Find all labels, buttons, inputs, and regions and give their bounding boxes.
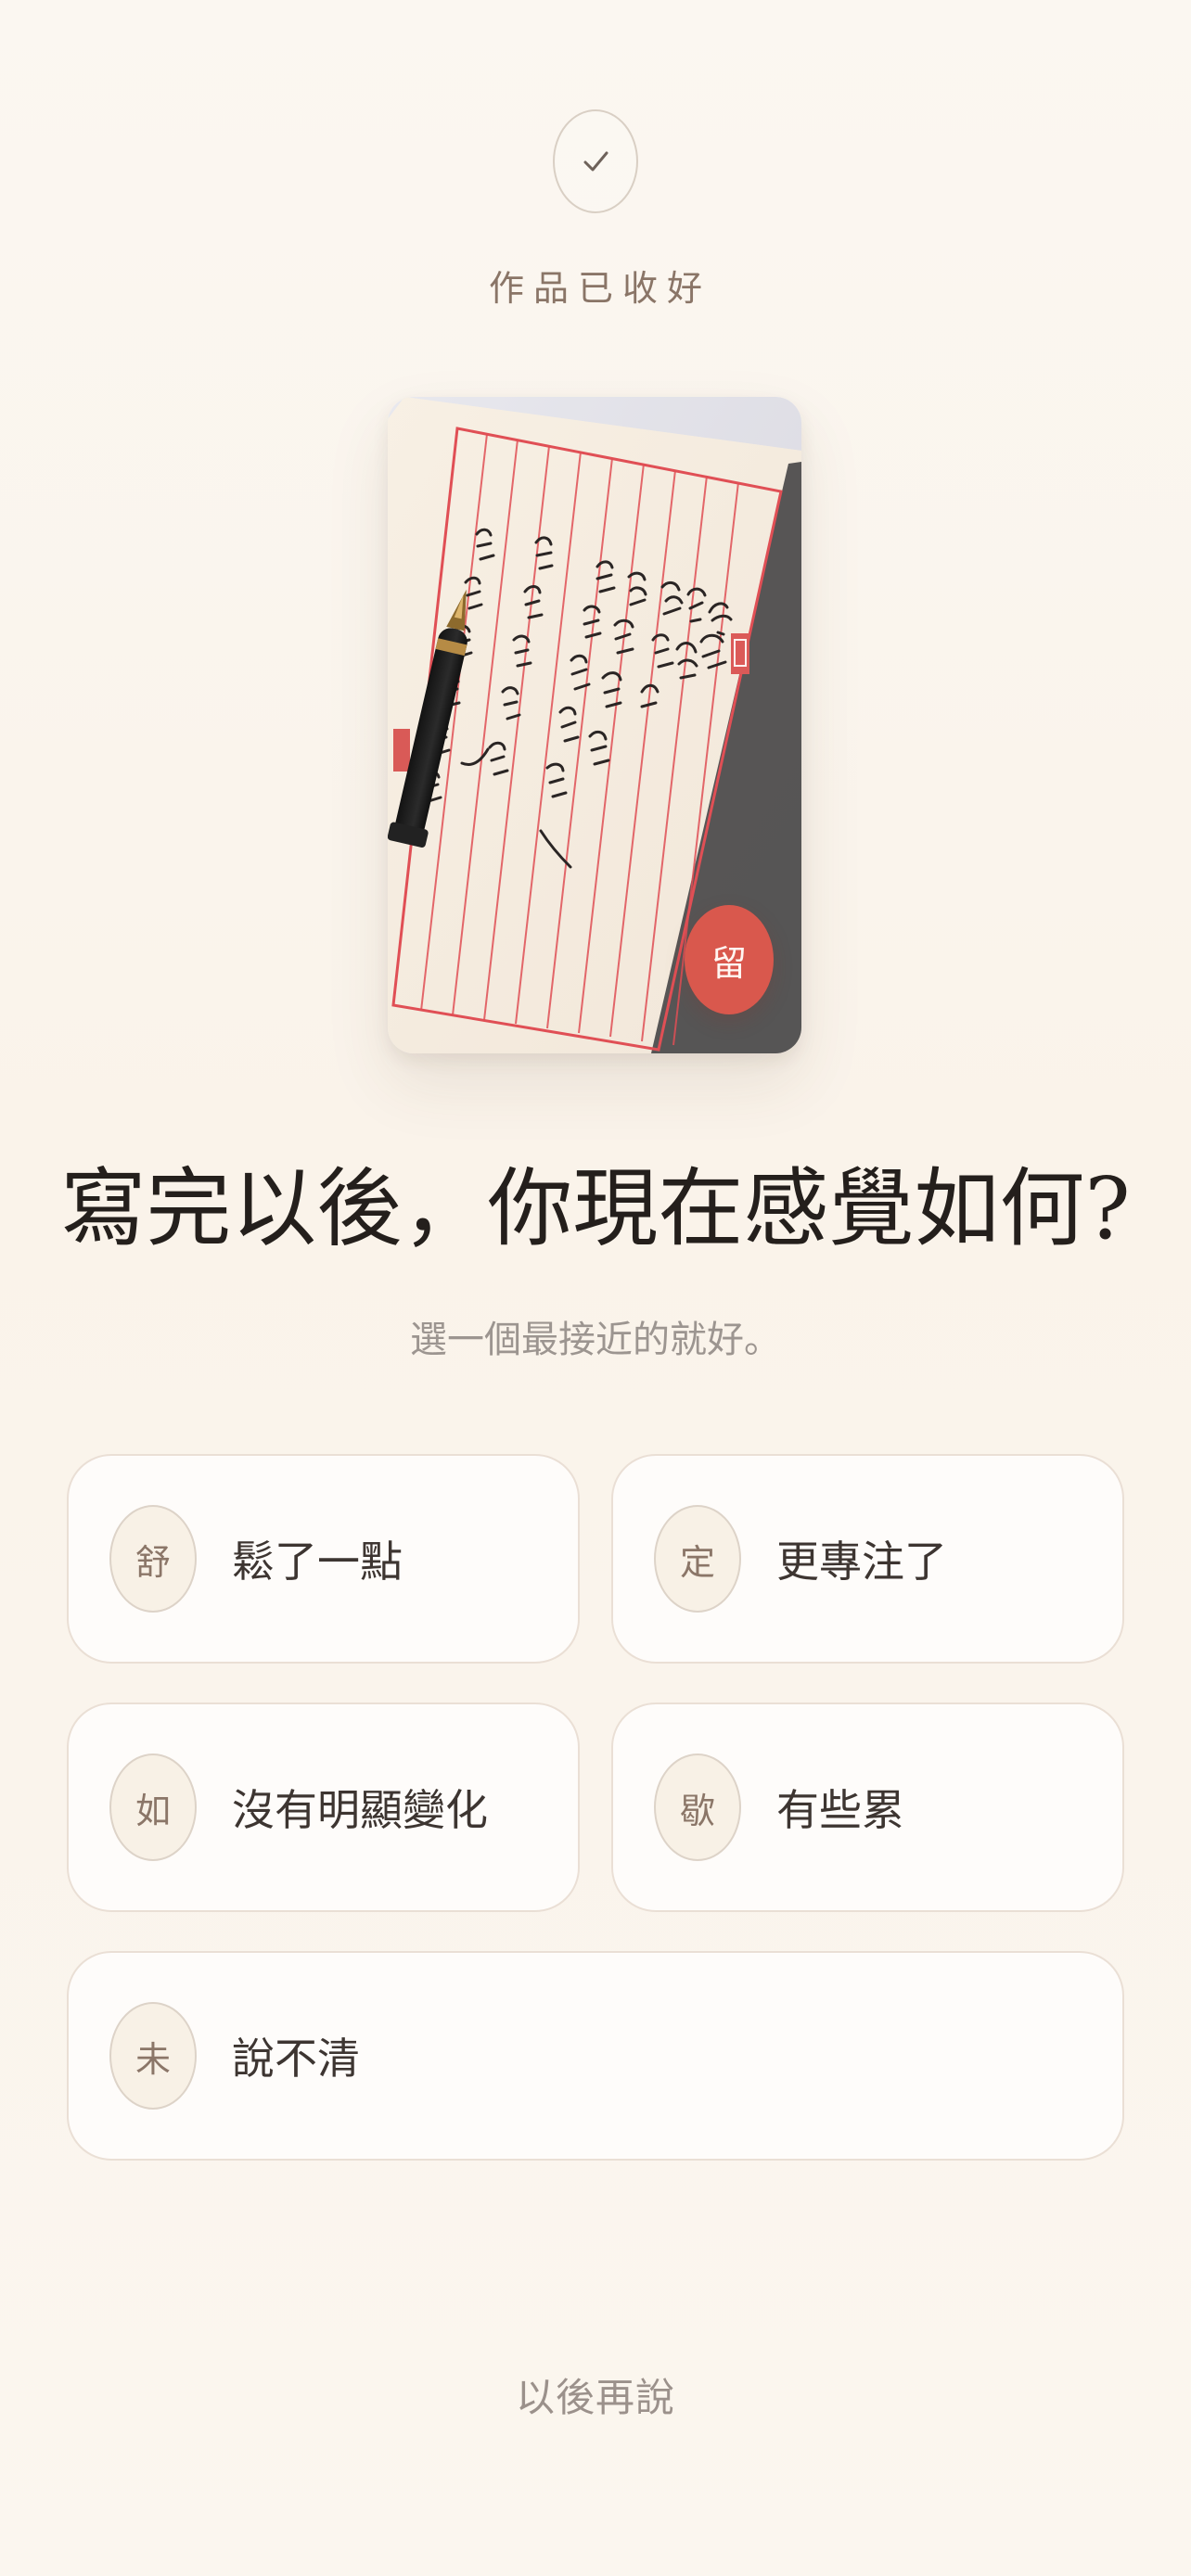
check-circle bbox=[553, 109, 638, 213]
option-no-change[interactable]: 如 沒有明顯變化 bbox=[67, 1702, 580, 1912]
later-link[interactable]: 以後再說 bbox=[0, 2366, 1191, 2423]
completion-status: 作品已收好 bbox=[0, 109, 1191, 311]
stamp-button[interactable]: 留 bbox=[685, 905, 774, 1014]
option-badge: 舒 bbox=[109, 1505, 197, 1613]
option-badge: 歇 bbox=[654, 1753, 741, 1861]
option-badge: 如 bbox=[109, 1753, 197, 1861]
option-label: 鬆了一點 bbox=[232, 1537, 403, 1587]
option-tired[interactable]: 歇 有些累 bbox=[611, 1702, 1124, 1912]
option-badge: 未 bbox=[109, 2002, 197, 2110]
status-text: 作品已收好 bbox=[488, 268, 711, 309]
option-focused[interactable]: 定 更專注了 bbox=[611, 1454, 1124, 1664]
option-unclear[interactable]: 未 說不清 bbox=[67, 1951, 1124, 2161]
page-title: 寫完以後，你現在感覺如何? bbox=[60, 1159, 1131, 1258]
page-subtitle: 選一個最接近的就好。 bbox=[410, 1319, 781, 1361]
option-label: 有些累 bbox=[776, 1785, 904, 1835]
artwork-preview: 留 bbox=[388, 397, 801, 1053]
option-label: 更專注了 bbox=[776, 1537, 947, 1587]
option-label: 沒有明顯變化 bbox=[232, 1785, 488, 1835]
check-icon bbox=[583, 151, 608, 172]
option-label: 說不清 bbox=[232, 2034, 360, 2084]
option-badge: 定 bbox=[654, 1505, 741, 1613]
option-relaxed[interactable]: 舒 鬆了一點 bbox=[67, 1454, 580, 1664]
